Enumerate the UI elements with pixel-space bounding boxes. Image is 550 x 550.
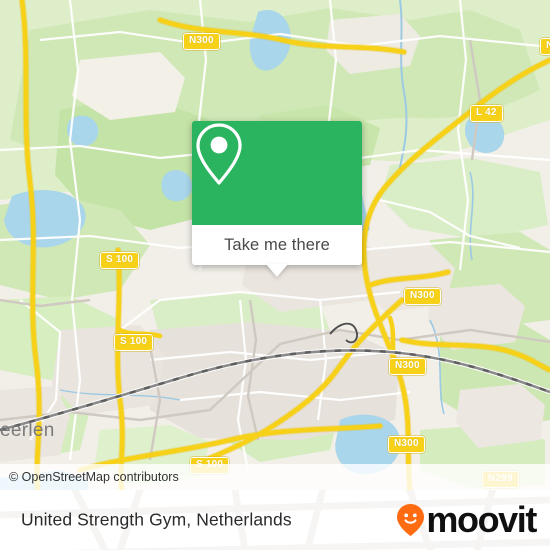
moovit-brand-logo[interactable]: moovit <box>396 499 537 540</box>
moovit-wordmark: moovit <box>426 499 537 540</box>
shield-n300-lower: N300 <box>388 436 425 453</box>
shield-s100-mid: S 100 <box>114 334 154 351</box>
callout-pointer-tail <box>266 264 288 277</box>
osm-attribution-text[interactable]: © OpenStreetMap contributors <box>9 470 179 484</box>
map-attribution-bar: © OpenStreetMap contributors <box>0 464 550 490</box>
location-callout-card[interactable]: Take me there <box>192 121 362 277</box>
moovit-map-page: eerlen N300 L 42 N S 100 N300 S 100 N300… <box>0 0 550 550</box>
shield-l42: L 42 <box>470 105 503 122</box>
shield-n300-right: N300 <box>404 288 441 305</box>
page-title: United Strength Gym, Netherlands <box>21 509 292 530</box>
map-canvas[interactable]: eerlen N300 L 42 N S 100 N300 S 100 N300… <box>0 0 550 490</box>
take-me-there-label: Take me there <box>224 235 330 254</box>
moovit-smiley-pin-icon <box>397 504 425 536</box>
take-me-there-button[interactable]: Take me there <box>192 225 362 277</box>
place-label-heerlen: eerlen <box>0 420 55 441</box>
footer-bar: United Strength Gym, Netherlands moovit <box>0 490 550 550</box>
callout-icon-panel <box>192 121 362 225</box>
shield-s100-upper: S 100 <box>100 252 140 269</box>
location-pin-icon <box>196 123 242 185</box>
shield-n300-center: N300 <box>389 358 426 375</box>
shield-edge-right: N <box>540 38 550 55</box>
shield-n300-top: N300 <box>183 33 220 50</box>
